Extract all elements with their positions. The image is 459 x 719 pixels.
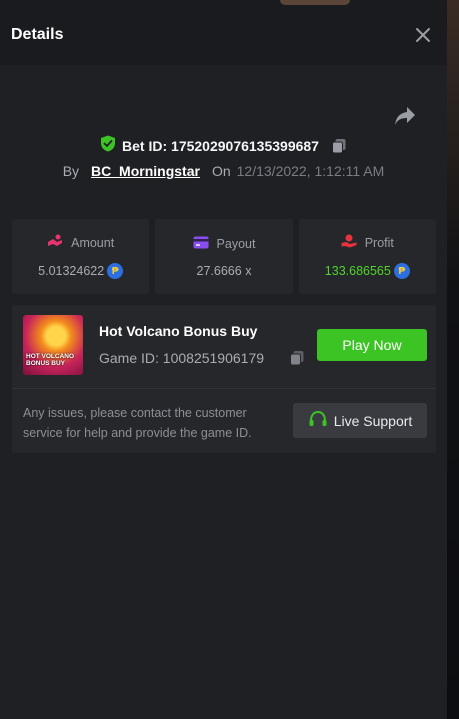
copy-game-id-icon[interactable] <box>289 350 305 366</box>
bet-id: Bet ID: 1752029076135399687 <box>122 138 319 154</box>
stat-payout-label: Payout <box>216 236 256 251</box>
live-support-button[interactable]: Live Support <box>293 403 427 438</box>
username-link[interactable]: BC_Morningstar <box>91 163 200 179</box>
background-edge <box>447 0 459 719</box>
game-title[interactable]: Hot Volcano Bonus Buy <box>99 323 257 339</box>
stat-profit: Profit 133.686565 ₱ <box>298 219 436 294</box>
close-icon[interactable] <box>411 23 435 47</box>
profit-icon <box>341 234 357 251</box>
bet-stats: Amount 5.01324622 ₱ Payout 27.6666 x Pro… <box>12 219 436 294</box>
panel-title: Details <box>11 26 64 43</box>
game-thumbnail[interactable]: HOT VOLCANO BONUS BUY <box>23 315 83 375</box>
headset-icon <box>308 410 328 431</box>
share-icon[interactable] <box>393 105 417 127</box>
stat-amount-value: 5.01324622 <box>38 264 105 278</box>
game-thumbnail-text: HOT VOLCANO BONUS BUY <box>26 353 75 367</box>
bet-id-row: Bet ID: 1752029076135399687 <box>0 135 447 157</box>
stat-payout: Payout 27.6666 x <box>155 219 293 294</box>
stat-profit-label: Profit <box>364 235 394 250</box>
amount-icon <box>47 234 63 251</box>
details-panel: Details Bet ID: 1752029076135399687 By B… <box>0 5 447 719</box>
stat-amount-label: Amount <box>71 235 115 250</box>
play-now-button[interactable]: Play Now <box>317 329 427 361</box>
support-message: Any issues, please contact the customer … <box>23 406 252 440</box>
live-support-label: Live Support <box>333 412 413 429</box>
panel-header: Details <box>0 5 447 65</box>
coin-icon: ₱ <box>393 263 410 279</box>
game-card: HOT VOLCANO BONUS BUY Hot Volcano Bonus … <box>12 305 436 453</box>
game-id: Game ID: 1008251906179 <box>99 350 265 366</box>
copy-bet-id-icon[interactable] <box>331 138 347 154</box>
shield-check-icon <box>100 135 116 157</box>
divider <box>12 388 436 389</box>
bet-datetime: 12/13/2022, 1:12:11 AM <box>236 163 385 179</box>
by-label: By <box>62 163 80 179</box>
payout-icon <box>193 236 209 252</box>
stat-payout-value: 27.6666 x <box>196 263 252 278</box>
coin-icon: ₱ <box>107 263 124 279</box>
bet-meta-row: By BC_Morningstar On 12/13/2022, 1:12:11… <box>0 163 447 179</box>
on-label: On <box>211 163 231 179</box>
stat-profit-value: 133.686565 <box>324 264 391 278</box>
stat-amount: Amount 5.01324622 ₱ <box>12 219 150 294</box>
